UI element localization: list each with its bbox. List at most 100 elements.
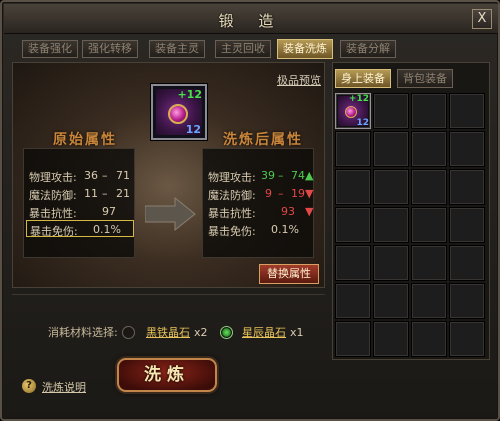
inventory-slot[interactable] — [335, 131, 371, 167]
attr-label: 魔法防御: — [208, 189, 256, 202]
material-name-black-iron[interactable]: 黑铁晶石 — [146, 324, 190, 340]
window-title: 锻 造 — [218, 12, 284, 30]
attr-min: 39 — [261, 169, 275, 182]
inventory-slot[interactable] — [373, 321, 409, 357]
inventory-slot[interactable] — [373, 245, 409, 281]
refine-item-slot[interactable]: +12 12 — [151, 84, 207, 140]
inventory-slot[interactable] — [411, 169, 447, 205]
gem-icon — [345, 106, 357, 118]
inventory-slot[interactable] — [335, 207, 371, 243]
attr-sep: – — [278, 187, 284, 200]
attr-max: 21 — [116, 187, 130, 200]
inventory-slot[interactable] — [373, 131, 409, 167]
attr-min: 36 — [84, 169, 98, 182]
tab-bag-items[interactable]: 背包装备 — [397, 69, 453, 88]
attr-label: 物理攻击: — [208, 171, 256, 184]
item-level: 12 — [185, 123, 201, 136]
title-bar[interactable]: 锻 造 X — [4, 4, 498, 34]
question-icon: ? — [22, 379, 36, 393]
inventory-panel: 身上装备 背包装备 +12 12 — [332, 62, 490, 360]
attr-value: 97 — [102, 205, 116, 218]
refined-attributes-box: 物理攻击: 39 – 74 ▲ 魔法防御: 9 – 19 ▼ 暴击抗性: 93 … — [202, 148, 314, 258]
refine-panel: 极品预览 +12 12 原始属性 洗炼后属性 物理攻击: 36 – 71 魔法防… — [12, 62, 325, 288]
tab-spirit-recycle[interactable]: 主灵回收 — [215, 40, 271, 58]
item-level: 12 — [356, 118, 369, 128]
refine-button[interactable]: 洗炼 — [117, 358, 217, 392]
attr-max: 19 — [291, 187, 305, 200]
inventory-slot[interactable] — [335, 169, 371, 205]
inventory-slot-equipped-item[interactable]: +12 12 — [335, 93, 371, 129]
inventory-slot[interactable] — [411, 131, 447, 167]
inventory-slot[interactable] — [449, 131, 485, 167]
attr-min: 11 — [84, 187, 98, 200]
material-radio-star-crystal[interactable] — [220, 326, 233, 339]
inventory-slot[interactable] — [335, 283, 371, 319]
close-button[interactable]: X — [472, 9, 492, 29]
attr-label: 暴击抗性: — [208, 207, 256, 220]
gem-icon — [168, 104, 188, 124]
attr-value: 93 — [281, 205, 295, 218]
inventory-slot[interactable] — [449, 245, 485, 281]
attr-label: 暴击免伤: — [208, 225, 256, 238]
original-attr-row: 暴击抗性: 97 — [24, 203, 136, 220]
arrow-down-icon: ▼ — [305, 205, 314, 218]
item-plus-level: +12 — [177, 88, 202, 101]
refined-attr-row: 魔法防御: 9 – 19 ▼ — [203, 185, 315, 202]
material-qty: x1 — [290, 326, 304, 339]
inventory-slot[interactable] — [411, 283, 447, 319]
tab-enhance-transfer[interactable]: 强化转移 — [82, 40, 138, 58]
original-attributes-box: 物理攻击: 36 – 71 魔法防御: 11 – 21 暴击抗性: 97 暴击免… — [23, 148, 135, 258]
replace-attributes-button[interactable]: 替换属性 — [259, 264, 319, 284]
attr-label: 物理攻击: — [29, 171, 77, 184]
tab-equip-spirit[interactable]: 装备主灵 — [149, 40, 205, 58]
original-attributes-heading: 原始属性 — [53, 132, 117, 148]
attr-sep: – — [278, 169, 284, 182]
inventory-slot[interactable] — [449, 283, 485, 319]
inventory-slot[interactable] — [449, 321, 485, 357]
inventory-slot[interactable] — [373, 283, 409, 319]
inventory-slot[interactable] — [449, 93, 485, 129]
attr-sep: – — [102, 169, 108, 182]
original-attr-row: 物理攻击: 36 – 71 — [24, 167, 136, 184]
attr-sep: – — [102, 187, 108, 200]
attr-value: 0.1% — [93, 223, 121, 236]
tab-enhance[interactable]: 装备强化 — [22, 40, 78, 58]
tab-equip-refine[interactable]: 装备洗炼 — [277, 39, 333, 59]
refined-attr-row: 物理攻击: 39 – 74 ▲ — [203, 167, 315, 184]
attr-max: 74 — [291, 169, 305, 182]
arrow-down-icon: ▼ — [305, 187, 314, 200]
refine-help-link[interactable]: 洗炼说明 — [42, 379, 102, 395]
inventory-slot[interactable] — [411, 207, 447, 243]
attr-min: 9 — [265, 187, 272, 200]
tab-equip-decompose[interactable]: 装备分解 — [340, 40, 396, 58]
materials-label: 消耗材料选择: — [48, 326, 118, 339]
attr-label: 暴击抗性: — [29, 207, 77, 220]
refined-attr-row: 暴击免伤: 0.1% — [203, 221, 315, 238]
attr-label: 魔法防御: — [29, 189, 77, 202]
inventory-slot[interactable] — [335, 245, 371, 281]
material-radio-black-iron[interactable] — [122, 326, 135, 339]
item-plus-level: +12 — [348, 94, 369, 104]
attr-label: 暴击免伤: — [30, 225, 78, 238]
inventory-slot[interactable] — [335, 321, 371, 357]
inventory-slot[interactable] — [411, 321, 447, 357]
tab-equipped-items[interactable]: 身上装备 — [335, 69, 391, 88]
material-name-star-crystal[interactable]: 星辰晶石 — [242, 324, 286, 340]
inventory-slot[interactable] — [373, 207, 409, 243]
attr-value: 0.1% — [271, 223, 299, 236]
inventory-slot[interactable] — [449, 207, 485, 243]
attr-max: 71 — [116, 169, 130, 182]
premium-preview-link[interactable]: 极品预览 — [277, 72, 321, 88]
arrow-up-icon: ▲ — [305, 169, 314, 182]
inventory-slot[interactable] — [411, 245, 447, 281]
inventory-slot[interactable] — [373, 169, 409, 205]
original-attr-row: 魔法防御: 11 – 21 — [24, 185, 136, 202]
inventory-slot[interactable] — [449, 169, 485, 205]
refined-attributes-heading: 洗炼后属性 — [223, 132, 303, 148]
material-qty: x2 — [194, 326, 208, 339]
materials-section: 消耗材料选择: 黑铁晶石 x2 星辰晶石 x1 — [12, 294, 325, 364]
inventory-slot[interactable] — [373, 93, 409, 129]
transform-arrow-icon — [145, 196, 196, 232]
inventory-slot[interactable] — [411, 93, 447, 129]
original-attr-row-highlighted: 暴击免伤: 0.1% — [26, 220, 134, 238]
